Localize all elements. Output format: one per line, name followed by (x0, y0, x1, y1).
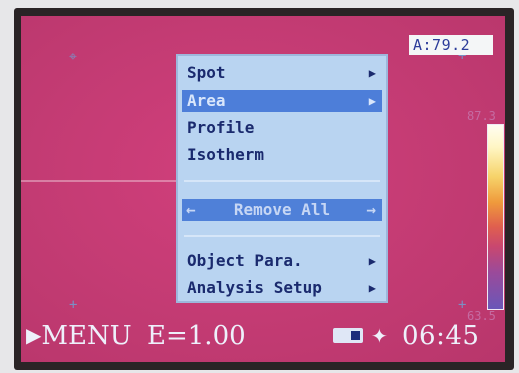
area-temperature-readout: A:79.2 (409, 35, 493, 55)
menu-item-spot[interactable]: Spot ▶ (182, 62, 382, 84)
right-arrow-icon: → (366, 200, 376, 219)
analysis-menu: Spot ▶ Area ▶ Profile Isotherm ← Remove … (176, 54, 388, 303)
thermal-screen: ⌖ + + + A:79.2 87.3 63.5 Spot ▶ Area ▶ P… (21, 16, 505, 362)
scale-max-label: 87.3 (467, 109, 496, 123)
right-triangle-icon: ▶ (368, 281, 376, 295)
menu-item-remove-all[interactable]: ← Remove All → (182, 199, 382, 221)
temperature-scale-bar (487, 124, 504, 310)
glare-line (21, 180, 189, 182)
menu-item-profile[interactable]: Profile (182, 117, 382, 139)
crosshair-icon: + (69, 297, 78, 313)
right-triangle-icon: ▶ (368, 66, 376, 80)
right-triangle-icon: ▶ (368, 254, 376, 268)
menu-item-isotherm[interactable]: Isotherm (182, 144, 382, 166)
emissivity-value: E=1.00 (147, 321, 246, 351)
menu-item-label: Spot (187, 63, 226, 82)
crosshair-icon: ⌖ (69, 49, 77, 65)
menu-item-label: Object Para. (187, 251, 303, 270)
clock-time: 06:45 (402, 321, 480, 351)
menu-item-analysis-setup[interactable]: Analysis Setup ▶ (182, 277, 382, 299)
menu-divider (184, 235, 380, 237)
menu-item-area[interactable]: Area ▶ (182, 90, 382, 112)
menu-item-label: Area (187, 91, 226, 110)
menu-item-label: Analysis Setup (187, 278, 322, 297)
pin-icon: ✦ (371, 324, 388, 348)
menu-item-label: Profile (187, 118, 255, 137)
right-triangle-icon: ▶ (368, 94, 376, 108)
menu-key[interactable]: ▶MENU (26, 316, 132, 357)
menu-item-label: Remove All (233, 200, 331, 219)
menu-item-object-para[interactable]: Object Para. ▶ (182, 250, 382, 272)
status-bar: ▶MENU E=1.00 ✦ 06:45 (21, 316, 505, 356)
menu-item-label: Isotherm (187, 145, 265, 164)
play-triangle-icon: ▶ (26, 323, 42, 347)
crosshair-icon: + (458, 297, 467, 313)
menu-key-label: MENU (41, 321, 132, 351)
left-arrow-icon: ← (186, 200, 196, 219)
battery-icon (333, 328, 363, 343)
menu-divider (184, 180, 380, 182)
